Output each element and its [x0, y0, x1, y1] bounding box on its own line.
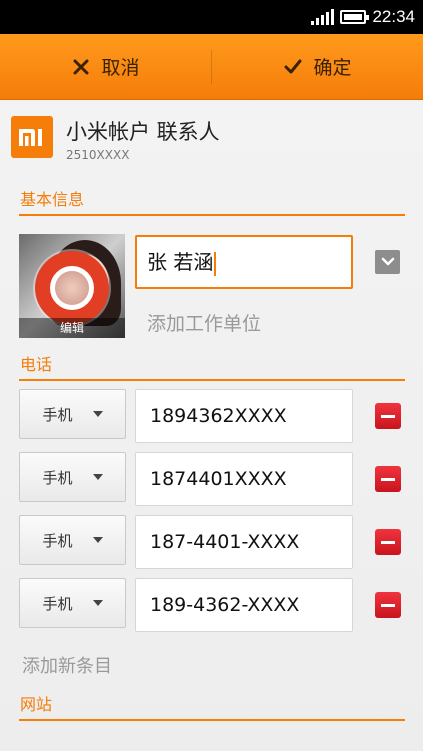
account-header: 小米帐户 联系人 2510XXXX — [0, 100, 423, 178]
status-bar: 22:34 — [0, 0, 423, 34]
battery-icon — [340, 10, 370, 24]
phone-type-select[interactable]: 手机 — [19, 389, 126, 439]
remove-phone-button[interactable] — [375, 529, 401, 555]
close-icon — [73, 59, 89, 74]
dropdown-arrow-icon — [92, 474, 103, 480]
contact-photo[interactable]: 编辑 — [19, 234, 125, 338]
name-value: 张 若涵 — [147, 250, 214, 274]
add-company-field[interactable]: 添加工作单位 — [147, 309, 261, 336]
cancel-label: 取消 — [101, 57, 140, 79]
phone-type-select[interactable]: 手机 — [19, 515, 126, 565]
confirm-label: 确定 — [313, 57, 352, 79]
dropdown-arrow-icon — [92, 600, 103, 606]
phone-number-input[interactable]: 1894362XXXX — [135, 389, 353, 443]
minus-icon — [381, 603, 395, 607]
dropdown-arrow-icon — [92, 411, 103, 417]
section-phone: 电话 — [19, 353, 405, 381]
action-bar: 取消 确定 — [0, 34, 423, 100]
confirm-button[interactable]: 确定 — [212, 34, 423, 99]
cancel-button[interactable]: 取消 — [0, 34, 211, 99]
remove-phone-button[interactable] — [375, 592, 401, 618]
phone-number-input[interactable]: 189-4362-XXXX — [135, 578, 353, 632]
phone-entry: 手机 187-4401-XXXX — [0, 515, 423, 569]
camera-icon — [35, 251, 109, 325]
account-subtitle: 2510XXXX — [66, 148, 130, 162]
section-basic-info: 基本信息 — [19, 188, 405, 216]
phone-type-select[interactable]: 手机 — [19, 452, 126, 502]
phone-entry: 手机 189-4362-XXXX — [0, 578, 423, 632]
account-title: 小米帐户 联系人 — [66, 120, 220, 144]
add-phone-entry[interactable]: 添加新条目 — [22, 652, 112, 678]
phone-number-input[interactable]: 1874401XXXX — [135, 452, 353, 506]
phone-entry: 手机 1874401XXXX — [0, 452, 423, 506]
phone-number-input[interactable]: 187-4401-XXXX — [135, 515, 353, 569]
mi-logo-icon — [11, 116, 53, 158]
status-time: 22:34 — [372, 7, 415, 26]
remove-phone-button[interactable] — [375, 403, 401, 429]
check-icon — [284, 59, 302, 73]
name-input[interactable]: 张 若涵 — [135, 235, 353, 289]
remove-phone-button[interactable] — [375, 466, 401, 492]
photo-edit-label: 编辑 — [19, 318, 125, 338]
dropdown-arrow-icon — [92, 537, 103, 543]
section-website: 网站 — [19, 693, 405, 721]
minus-icon — [381, 540, 395, 544]
expand-name-button[interactable] — [375, 250, 400, 274]
phone-entry: 手机 1894362XXXX — [0, 389, 423, 443]
phone-type-select[interactable]: 手机 — [19, 578, 126, 628]
minus-icon — [381, 477, 395, 481]
signal-icon — [311, 9, 335, 25]
text-caret — [214, 251, 217, 276]
chevron-down-icon — [381, 257, 394, 266]
minus-icon — [381, 414, 395, 418]
